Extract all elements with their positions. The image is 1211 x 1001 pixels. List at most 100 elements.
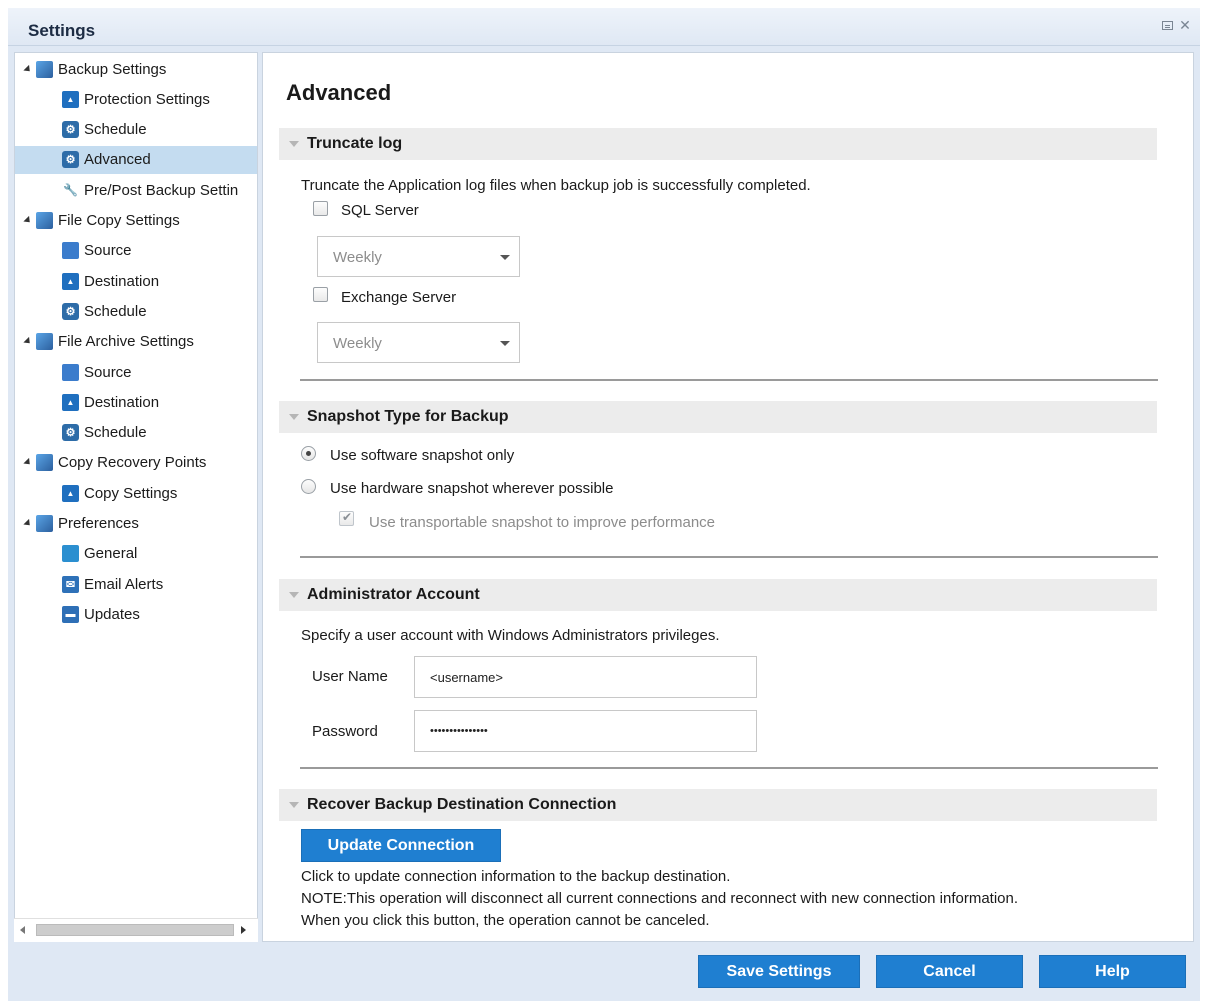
- tree-item[interactable]: File Archive Settings: [23, 328, 257, 356]
- help-button[interactable]: Help: [1039, 955, 1186, 988]
- backup-settings-icon: [36, 60, 53, 78]
- tree-item[interactable]: File Copy Settings: [23, 207, 257, 235]
- sql-frequency-value: Weekly: [333, 249, 382, 266]
- scroll-right-icon[interactable]: [241, 926, 246, 934]
- section-header-admin-account[interactable]: Administrator Account: [279, 579, 1157, 611]
- section-title: Snapshot Type for Backup: [307, 408, 509, 425]
- chevron-down-icon: [500, 341, 510, 346]
- section-divider: [300, 556, 1158, 558]
- tree-item-label: File Copy Settings: [58, 212, 180, 229]
- tree-item[interactable]: Destination: [15, 388, 257, 416]
- exchange-frequency-value: Weekly: [333, 335, 382, 352]
- file-copy-icon: [36, 212, 53, 229]
- section-title: Recover Backup Destination Connection: [307, 796, 617, 813]
- window-buttons: ✕: [1160, 17, 1192, 33]
- tree-item-label: Copy Settings: [84, 484, 178, 502]
- tree-item-label: Schedule: [84, 302, 147, 320]
- tree-item[interactable]: General: [15, 540, 257, 568]
- title-bar: Settings ✕: [8, 8, 1200, 46]
- destination-icon: [62, 272, 79, 290]
- update-connection-button[interactable]: Update Connection: [301, 829, 501, 862]
- collapse-triangle-icon[interactable]: [289, 592, 299, 598]
- tree-item[interactable]: Advanced: [15, 145, 257, 174]
- exchange-server-checkbox[interactable]: [313, 287, 328, 302]
- tree-item-label: Source: [84, 242, 132, 260]
- transportable-snapshot-checkbox[interactable]: [339, 510, 354, 526]
- tree-item-label: Advanced: [84, 151, 151, 169]
- tree-item-label: Schedule: [84, 424, 147, 442]
- schedule-icon: [62, 302, 79, 320]
- save-settings-button[interactable]: Save Settings: [698, 955, 860, 988]
- tree-item-label: Source: [84, 363, 132, 381]
- sql-server-checkbox[interactable]: [313, 201, 328, 216]
- collapse-triangle-icon[interactable]: [289, 414, 299, 420]
- expand-toggle-icon[interactable]: [23, 519, 33, 529]
- section-header-snapshot-type[interactable]: Snapshot Type for Backup: [279, 401, 1157, 433]
- tree-item[interactable]: Preferences: [23, 510, 257, 538]
- scroll-thumb[interactable]: [36, 924, 234, 936]
- content-pane: Advanced Truncate log Truncate the Appli…: [262, 52, 1194, 942]
- restore-icon[interactable]: [1160, 18, 1174, 32]
- tree-item-label: Backup Settings: [58, 60, 167, 78]
- tree-item-label: Copy Recovery Points: [58, 454, 207, 472]
- close-icon[interactable]: ✕: [1178, 17, 1192, 33]
- page-title: Advanced: [286, 80, 392, 105]
- section-header-truncate-log[interactable]: Truncate log: [279, 128, 1157, 160]
- tree-item[interactable]: Schedule: [15, 297, 257, 325]
- software-snapshot-radio[interactable]: [301, 446, 316, 461]
- email-icon: [62, 575, 79, 593]
- general-icon: [62, 545, 79, 563]
- window-title: Settings: [28, 21, 96, 40]
- tree-item[interactable]: Updates: [15, 600, 257, 628]
- tree-item[interactable]: Protection Settings: [15, 85, 257, 113]
- chevron-down-icon: [500, 255, 510, 260]
- tree-item-label: Protection Settings: [84, 90, 210, 108]
- password-field[interactable]: [414, 710, 757, 752]
- transportable-snapshot-label: Use transportable snapshot to improve pe…: [369, 514, 716, 531]
- tree-item[interactable]: Source: [15, 237, 257, 265]
- tree-item[interactable]: Email Alerts: [15, 570, 257, 598]
- section-header-recover-connection[interactable]: Recover Backup Destination Connection: [279, 789, 1157, 821]
- copy-settings-icon: [62, 484, 79, 502]
- collapse-triangle-icon[interactable]: [289, 141, 299, 147]
- tree-item[interactable]: Backup Settings: [23, 55, 257, 83]
- cancel-button[interactable]: Cancel: [876, 955, 1023, 988]
- admin-description: Specify a user account with Windows Admi…: [301, 627, 720, 644]
- username-field[interactable]: [414, 656, 757, 698]
- exchange-frequency-select[interactable]: Weekly: [317, 322, 520, 363]
- scroll-left-icon[interactable]: [20, 926, 25, 934]
- section-divider: [300, 379, 1158, 381]
- sql-frequency-select[interactable]: Weekly: [317, 236, 520, 277]
- exchange-server-label: Exchange Server: [341, 289, 457, 306]
- section-title: Administrator Account: [307, 586, 480, 603]
- tree-item[interactable]: Source: [15, 358, 257, 386]
- truncate-description: Truncate the Application log files when …: [301, 177, 811, 194]
- tree-item[interactable]: Schedule: [15, 116, 257, 144]
- tree-item-label: Destination: [84, 393, 160, 411]
- sql-server-label: SQL Server: [341, 202, 419, 219]
- protection-icon: [62, 90, 79, 108]
- tree-item[interactable]: Schedule: [15, 419, 257, 447]
- expand-toggle-icon[interactable]: [23, 216, 33, 226]
- tree-item-label: Schedule: [84, 121, 147, 139]
- tree-item[interactable]: Pre/Post Backup Settin: [15, 176, 257, 204]
- password-label: Password: [312, 723, 378, 740]
- tree-item[interactable]: Destination: [15, 267, 257, 295]
- collapse-triangle-icon[interactable]: [289, 802, 299, 808]
- settings-tree: Backup Settings Protection Settings Schedu…: [14, 52, 258, 942]
- username-label: User Name: [312, 668, 388, 685]
- schedule-icon: [62, 121, 79, 139]
- tree-item[interactable]: Copy Recovery Points: [23, 449, 257, 477]
- expand-toggle-icon[interactable]: [23, 337, 33, 347]
- expand-toggle-icon[interactable]: [23, 458, 33, 468]
- tree-item-label: Email Alerts: [84, 575, 164, 593]
- tree-item-label: General: [84, 545, 138, 563]
- tree-item-label: Pre/Post Backup Settin: [84, 181, 239, 199]
- tree-horizontal-scrollbar[interactable]: [14, 918, 258, 942]
- hardware-snapshot-radio[interactable]: [301, 479, 316, 494]
- source-icon: [62, 242, 79, 260]
- destination-icon: [62, 393, 79, 411]
- software-snapshot-label: Use software snapshot only: [330, 447, 515, 464]
- tree-item[interactable]: Copy Settings: [15, 479, 257, 507]
- expand-toggle-icon[interactable]: [23, 64, 33, 74]
